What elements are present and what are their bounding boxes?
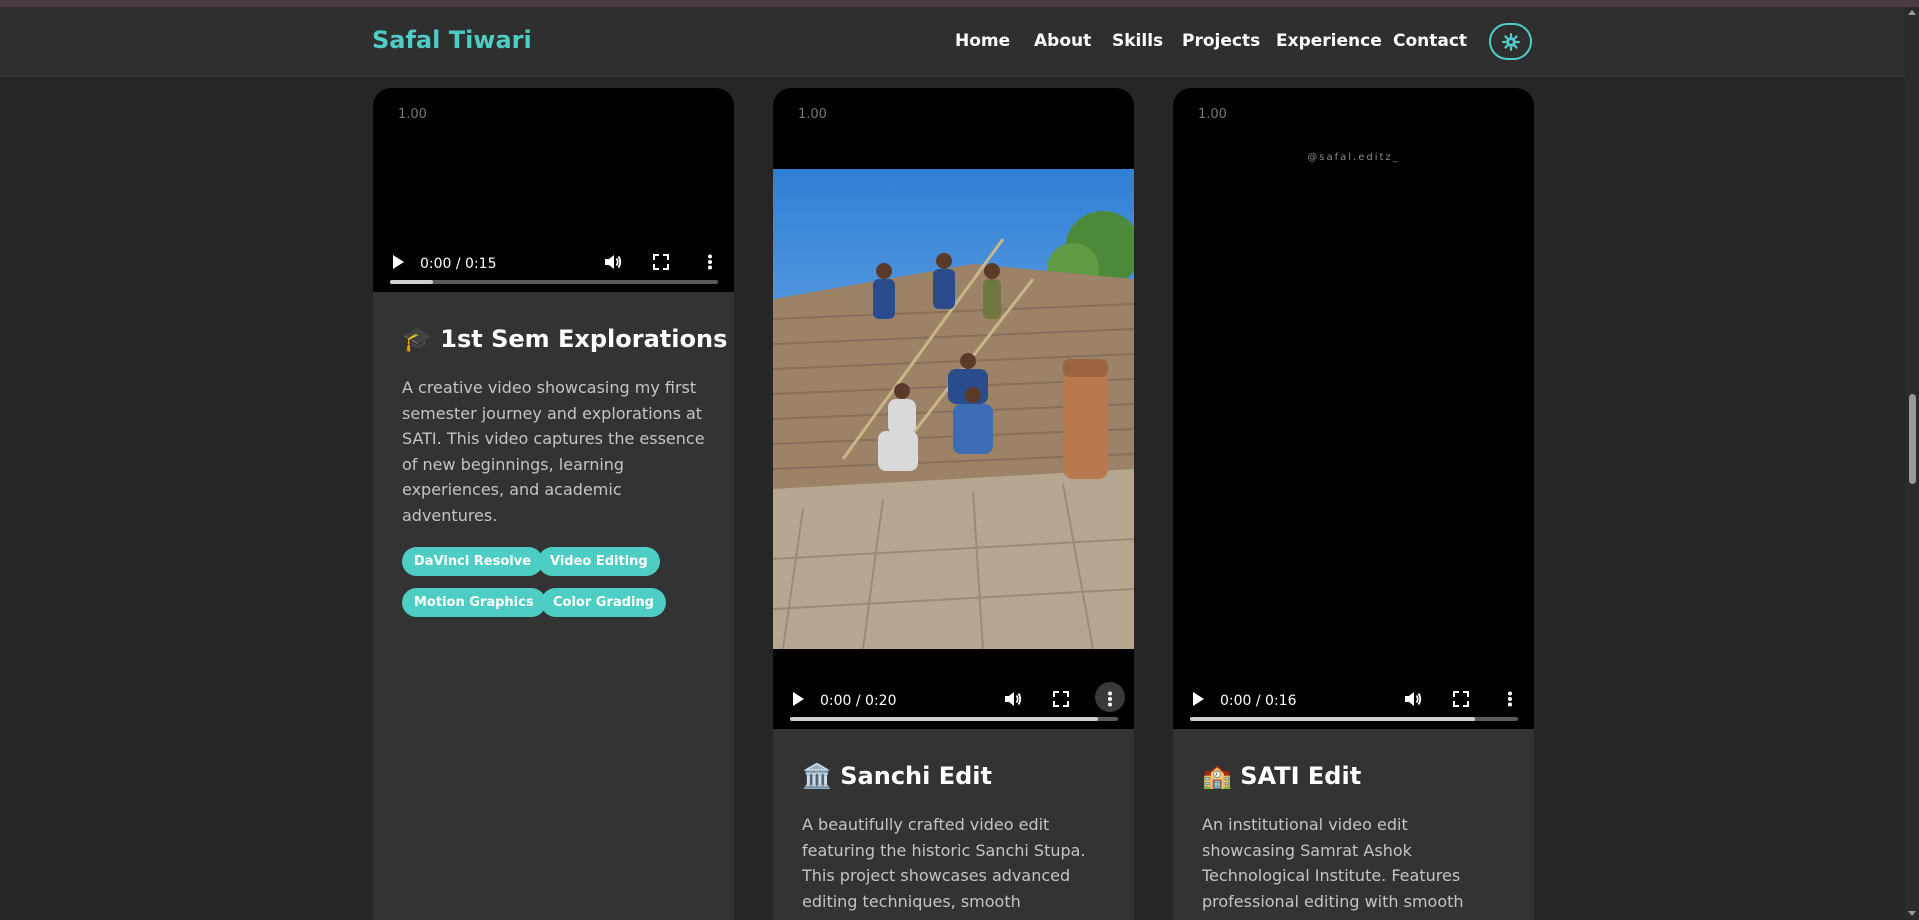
scrollbar-thumb[interactable] xyxy=(1909,394,1916,484)
video-time: 0:00 / 0:20 xyxy=(820,693,897,709)
fullscreen-icon[interactable] xyxy=(1453,691,1469,707)
nav-projects[interactable]: Projects xyxy=(1182,31,1260,51)
play-icon[interactable] xyxy=(391,254,405,270)
project-card-sati: 1.00 @safal.editz_ 0:00 / 0:16 🏫 SATI Ed… xyxy=(1173,88,1534,920)
video-time: 0:00 / 0:15 xyxy=(420,256,497,272)
play-icon[interactable] xyxy=(791,691,805,707)
volume-icon[interactable] xyxy=(1004,691,1022,707)
card-title: 🏛️ Sanchi Edit xyxy=(802,762,992,790)
video-progress-bar[interactable] xyxy=(390,280,718,284)
navbar: Safal Tiwari Home About Skills Projects … xyxy=(0,7,1905,77)
classical-building-icon: 🏛️ xyxy=(802,762,832,790)
card-title: 🏫 SATI Edit xyxy=(1202,762,1362,790)
video-player[interactable]: 1.00 0:00 / 0:15 xyxy=(373,88,734,292)
nav-about[interactable]: About xyxy=(1034,31,1091,51)
nav-experience[interactable]: Experience xyxy=(1276,31,1382,51)
play-icon[interactable] xyxy=(1191,691,1205,707)
volume-icon[interactable] xyxy=(604,254,622,270)
playback-speed-label: 1.00 xyxy=(398,107,427,122)
playback-speed-label: 1.00 xyxy=(798,107,827,122)
video-player[interactable]: 1.00 @safal.editz_ 0:00 / 0:16 xyxy=(1173,88,1534,729)
card-description: A beautifully crafted video edit featuri… xyxy=(802,815,1086,911)
video-progress-bar[interactable] xyxy=(790,717,1118,721)
gear-icon xyxy=(1501,32,1520,51)
nav-skills[interactable]: Skills xyxy=(1112,31,1163,51)
playback-speed-label: 1.00 xyxy=(1198,107,1227,122)
tag-video-editing: Video Editing xyxy=(538,547,660,576)
scroll-down-arrow-icon[interactable] xyxy=(1908,911,1916,916)
fullscreen-icon[interactable] xyxy=(1053,691,1069,707)
graduation-cap-icon: 🎓 xyxy=(402,325,432,353)
nav-contact[interactable]: Contact xyxy=(1393,31,1467,51)
window-top-border xyxy=(0,0,1919,7)
video-controls: 0:00 / 0:20 xyxy=(773,680,1134,721)
video-controls: 0:00 / 0:16 xyxy=(1173,680,1534,721)
project-card-sanchi: 1.00 0:00 / 0:20 🏛️ Sanchi Edit A beauti… xyxy=(773,88,1134,920)
project-card-1st-sem: 1.00 0:00 / 0:15 🎓 1st Sem Explorations … xyxy=(373,88,734,920)
video-progress-bar[interactable] xyxy=(1190,717,1518,721)
more-options-icon[interactable] xyxy=(707,254,713,270)
nav-home[interactable]: Home xyxy=(955,31,1010,51)
card-title: 🎓 1st Sem Explorations xyxy=(402,325,728,353)
video-thumbnail-image xyxy=(773,169,1134,649)
tag-motion-graphics: Motion Graphics xyxy=(402,588,546,617)
tag-color-grading: Color Grading xyxy=(541,588,666,617)
more-options-icon[interactable] xyxy=(1107,691,1113,707)
school-icon: 🏫 xyxy=(1202,762,1232,790)
card-description: An institutional video edit showcasing S… xyxy=(1202,815,1464,911)
page-scrollbar[interactable] xyxy=(1905,7,1919,920)
video-watermark: @safal.editz_ xyxy=(1307,152,1400,163)
volume-icon[interactable] xyxy=(1404,691,1422,707)
brand-logo[interactable]: Safal Tiwari xyxy=(372,26,532,54)
card-description: A creative video showcasing my first sem… xyxy=(402,378,705,525)
more-options-icon[interactable] xyxy=(1507,691,1513,707)
fullscreen-icon[interactable] xyxy=(653,254,669,270)
theme-toggle-button[interactable] xyxy=(1489,23,1532,60)
video-time: 0:00 / 0:16 xyxy=(1220,693,1297,709)
video-controls: 0:00 / 0:15 xyxy=(373,243,734,284)
scroll-up-arrow-icon[interactable] xyxy=(1908,10,1916,15)
tag-davinci-resolve: DaVinci Resolve xyxy=(402,547,544,576)
video-player[interactable]: 1.00 0:00 / 0:20 xyxy=(773,88,1134,729)
